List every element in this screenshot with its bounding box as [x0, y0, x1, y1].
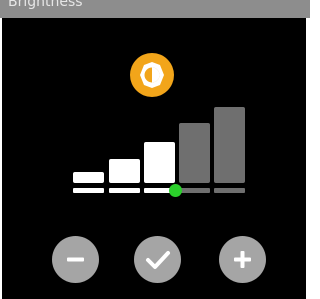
level-bar-4: [179, 123, 210, 183]
title-bar: Brightness: [0, 0, 310, 18]
level-bar-1: [73, 172, 104, 183]
check-icon: [146, 251, 170, 269]
decrease-button[interactable]: [52, 236, 99, 283]
brightness-icon: [130, 53, 174, 97]
minus-icon: [67, 257, 84, 262]
brightness-slider-knob[interactable]: [169, 184, 182, 197]
plus-icon: [234, 251, 251, 268]
track-segment-4: [179, 188, 210, 193]
title-text: Brightness: [8, 0, 83, 10]
level-bar-5: [214, 107, 245, 183]
level-bar-3: [144, 142, 175, 183]
track-segment-2: [109, 188, 140, 193]
confirm-button[interactable]: [134, 236, 181, 283]
track-segment-5: [214, 188, 245, 193]
increase-button[interactable]: [219, 236, 266, 283]
level-bar-2: [109, 159, 140, 183]
track-segment-1: [73, 188, 104, 193]
